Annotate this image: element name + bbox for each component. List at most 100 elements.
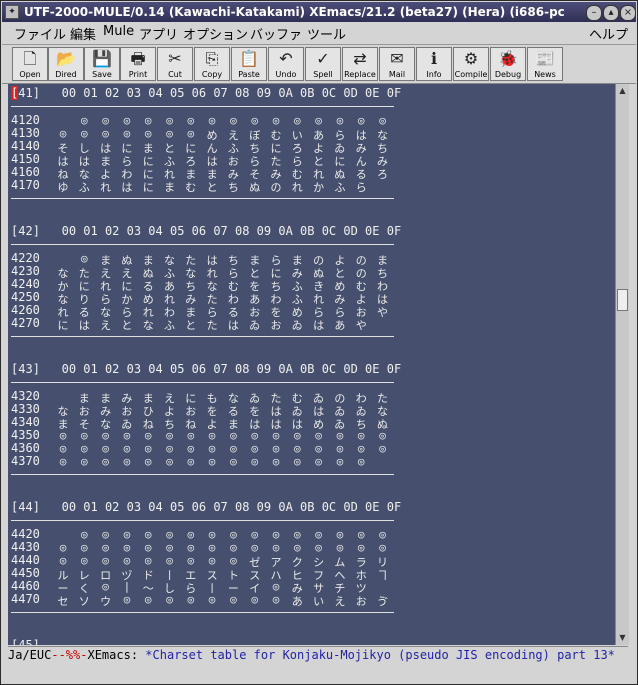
toolbar-button[interactable]: 📋 Paste [231,47,267,81]
glyph-cell: ◎ [272,429,280,442]
glyph-cell: む [185,181,197,194]
glyph-cell: と [185,319,197,332]
toolbar-button[interactable]: ↶ Undo [268,47,304,81]
toolbar-button-label: Info [426,70,442,79]
scrollbar-thumb[interactable] [617,289,628,311]
open-icon: 🗋 [23,49,37,68]
close-icon[interactable]: × [620,5,636,21]
toolbar-button-label: Copy [201,70,223,79]
window-menu-icon[interactable]: ✦ [5,5,19,19]
row-code: 4470 [11,592,40,606]
glyph-cell: や [355,319,367,332]
separator [11,612,394,613]
glyph-cell: ◎ [144,127,152,140]
block-label: [41] [11,86,40,100]
glyph-cell: ゔ [377,595,388,608]
glyph-cell: ◎ [357,114,365,127]
toolbar-button[interactable]: 🐞 Debug [490,47,526,81]
glyph-cell: ◎ [166,114,173,127]
glyph-cell: ◎ [336,429,344,442]
toolbar-button[interactable]: 💾 Save [84,47,120,81]
glyph-cell: ぬ [249,181,261,194]
toolbar-button[interactable]: ✂ Cut [157,47,193,81]
toolbar-button[interactable]: ⎘ Copy [194,47,230,81]
print-icon: 🖶 [130,49,146,68]
glyph-cell: ◎ [293,455,301,468]
glyph-cell: と [121,319,133,332]
title-bar[interactable]: ✦ UTF-2000-MULE/0.14 (Kawachi-Katakami) … [2,2,636,22]
vertical-scrollbar[interactable]: ▲ ▼ [615,84,629,645]
glyph-cell: ゐ [249,319,261,332]
toolbar-button[interactable]: ℹ Info [416,47,452,81]
glyph-cell: ヿ [377,569,388,582]
toolbar-button[interactable]: 🖶 Print [120,47,156,81]
glyph-cell: ◎ [123,455,131,468]
modeline-mode: XEmacs: [87,648,139,662]
xemacs-window: ✦ UTF-2000-MULE/0.14 (Kawachi-Katakami) … [0,0,638,685]
glyph-cell: ◎ [315,528,322,541]
glyph-cell: ◎ [187,528,195,541]
paste-icon: 📋 [239,49,259,68]
separator [11,106,394,107]
scroll-up-icon[interactable]: ▲ [617,85,628,96]
glyph-cell: か [313,181,325,194]
glyph-cell: い [313,595,325,608]
block-header: [44] 00 01 02 03 04 05 06 07 08 09 0A 0B… [11,501,401,514]
menu-item[interactable]: オプション [183,24,248,43]
glyph-cell: ◎ [251,455,258,468]
glyph-cell: ◎ [102,455,109,468]
toolbar-button[interactable]: 📂 Dired [48,47,84,81]
glyph-cell: ◎ [230,429,237,442]
glyph-cell: ◎ [357,455,365,468]
glyph-cell: ◎ [251,593,258,606]
menu-item[interactable]: ツール [307,24,346,43]
menu-item[interactable]: アプリ [139,24,178,43]
toolbar-button[interactable]: 🗋 Open [12,47,48,81]
menu-item[interactable]: ファイル [14,24,66,43]
toolbar-button-label: Compile [454,70,488,79]
glyph-cell: れ [291,181,303,194]
glyph-cell: ◎ [230,442,237,455]
menu-item[interactable]: 編集 [70,24,96,43]
glyph-cell: に [142,181,154,194]
toolbar-button[interactable]: 📰 News [527,47,563,81]
row-code: 4270 [11,316,40,330]
replace-icon: ⇄ [353,49,367,68]
glyph-cell: ◎ [293,528,301,541]
modeline-buffer-name[interactable]: *Charset table for Konjaku-Mojikyo (pseu… [145,648,615,662]
toolbar-button[interactable]: ✉ Mail [379,47,415,81]
glyph-cell: ◎ [379,442,386,455]
toolbar-button[interactable]: ✓ Spell [305,47,341,81]
menu-item[interactable]: バッファ [250,24,302,43]
maximize-icon[interactable]: ▴ [603,5,619,21]
glyph-cell: ◎ [315,442,322,455]
buffer-text-area[interactable]: [41] 00 01 02 03 04 05 06 07 08 09 0A 0B… [8,84,615,645]
glyph-cell: ◎ [251,114,258,127]
glyph-cell: ◎ [315,429,322,442]
glyph-cell: ◎ [102,528,109,541]
glyph-cell: ◎ [272,528,280,541]
menu-help[interactable]: ヘルプ [589,24,628,43]
glyph-cell: ◎ [123,429,131,442]
glyph-cell: | [123,580,131,593]
glyph-cell: ◎ [272,541,280,554]
toolbar-button-label: Dired [55,70,77,79]
glyph-cell: ◎ [80,252,88,265]
info-icon: ℹ [430,49,438,68]
spell-icon: ✓ [316,49,330,68]
glyph-cell: ふ [164,319,175,332]
glyph-cell: ◎ [293,429,301,442]
toolbar-button[interactable]: ⇄ Replace [342,47,378,81]
glyph-cell: の [270,181,282,194]
glyph-cell: ま [164,181,175,194]
glyph-cell: ◎ [379,114,386,127]
toolbar-button[interactable]: ⚙ Compile [453,47,489,81]
glyph-cell: え [334,595,346,608]
menu-item[interactable]: Mule [103,24,134,39]
minimize-icon[interactable]: – [586,5,602,21]
scroll-down-icon[interactable]: ▼ [617,632,628,643]
glyph-cell: ◎ [272,593,280,606]
toolbar-button-label: Open [19,70,41,79]
copy-icon: ⎘ [205,49,219,68]
minibuffer[interactable] [8,663,628,681]
